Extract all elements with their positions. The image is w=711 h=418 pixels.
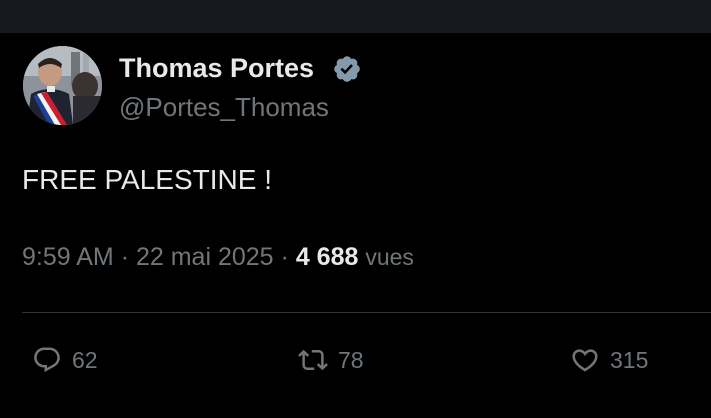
- retweet-count: 78: [338, 346, 364, 373]
- user-handle[interactable]: @Portes_Thomas: [119, 90, 329, 124]
- like-count: 315: [610, 346, 649, 373]
- views-label: vues: [365, 244, 414, 270]
- divider: [22, 312, 711, 313]
- verified-badge-icon: [334, 56, 360, 82]
- tweet-meta: 9:59 AM · 22 mai 2025 · 4 688 vues: [22, 239, 414, 275]
- screenshot-frame: Thomas Portes @Portes_Thomas FREE PALEST…: [0, 0, 711, 418]
- meta-separator: ·: [120, 243, 130, 271]
- reply-count: 62: [72, 346, 98, 373]
- top-band: [0, 0, 711, 33]
- retweet-button[interactable]: 78: [298, 340, 364, 380]
- speech-bubble-icon: [34, 347, 60, 373]
- meta-separator: ·: [280, 243, 289, 271]
- tweet-time[interactable]: 9:59 AM: [22, 243, 114, 271]
- tweet-date[interactable]: 22 mai 2025: [136, 243, 274, 271]
- tweet-card[interactable]: Thomas Portes @Portes_Thomas FREE PALEST…: [0, 33, 711, 418]
- tweet-text: FREE PALESTINE !: [22, 164, 272, 195]
- retweet-arrows-icon: [298, 349, 328, 371]
- display-name[interactable]: Thomas Portes: [119, 51, 314, 85]
- like-button[interactable]: 315: [570, 340, 648, 380]
- avatar[interactable]: [23, 46, 102, 125]
- views-count: 4 688: [295, 243, 359, 271]
- reply-button[interactable]: 62: [32, 340, 98, 380]
- heart-icon: [572, 349, 598, 372]
- avatar-photo: [23, 46, 102, 125]
